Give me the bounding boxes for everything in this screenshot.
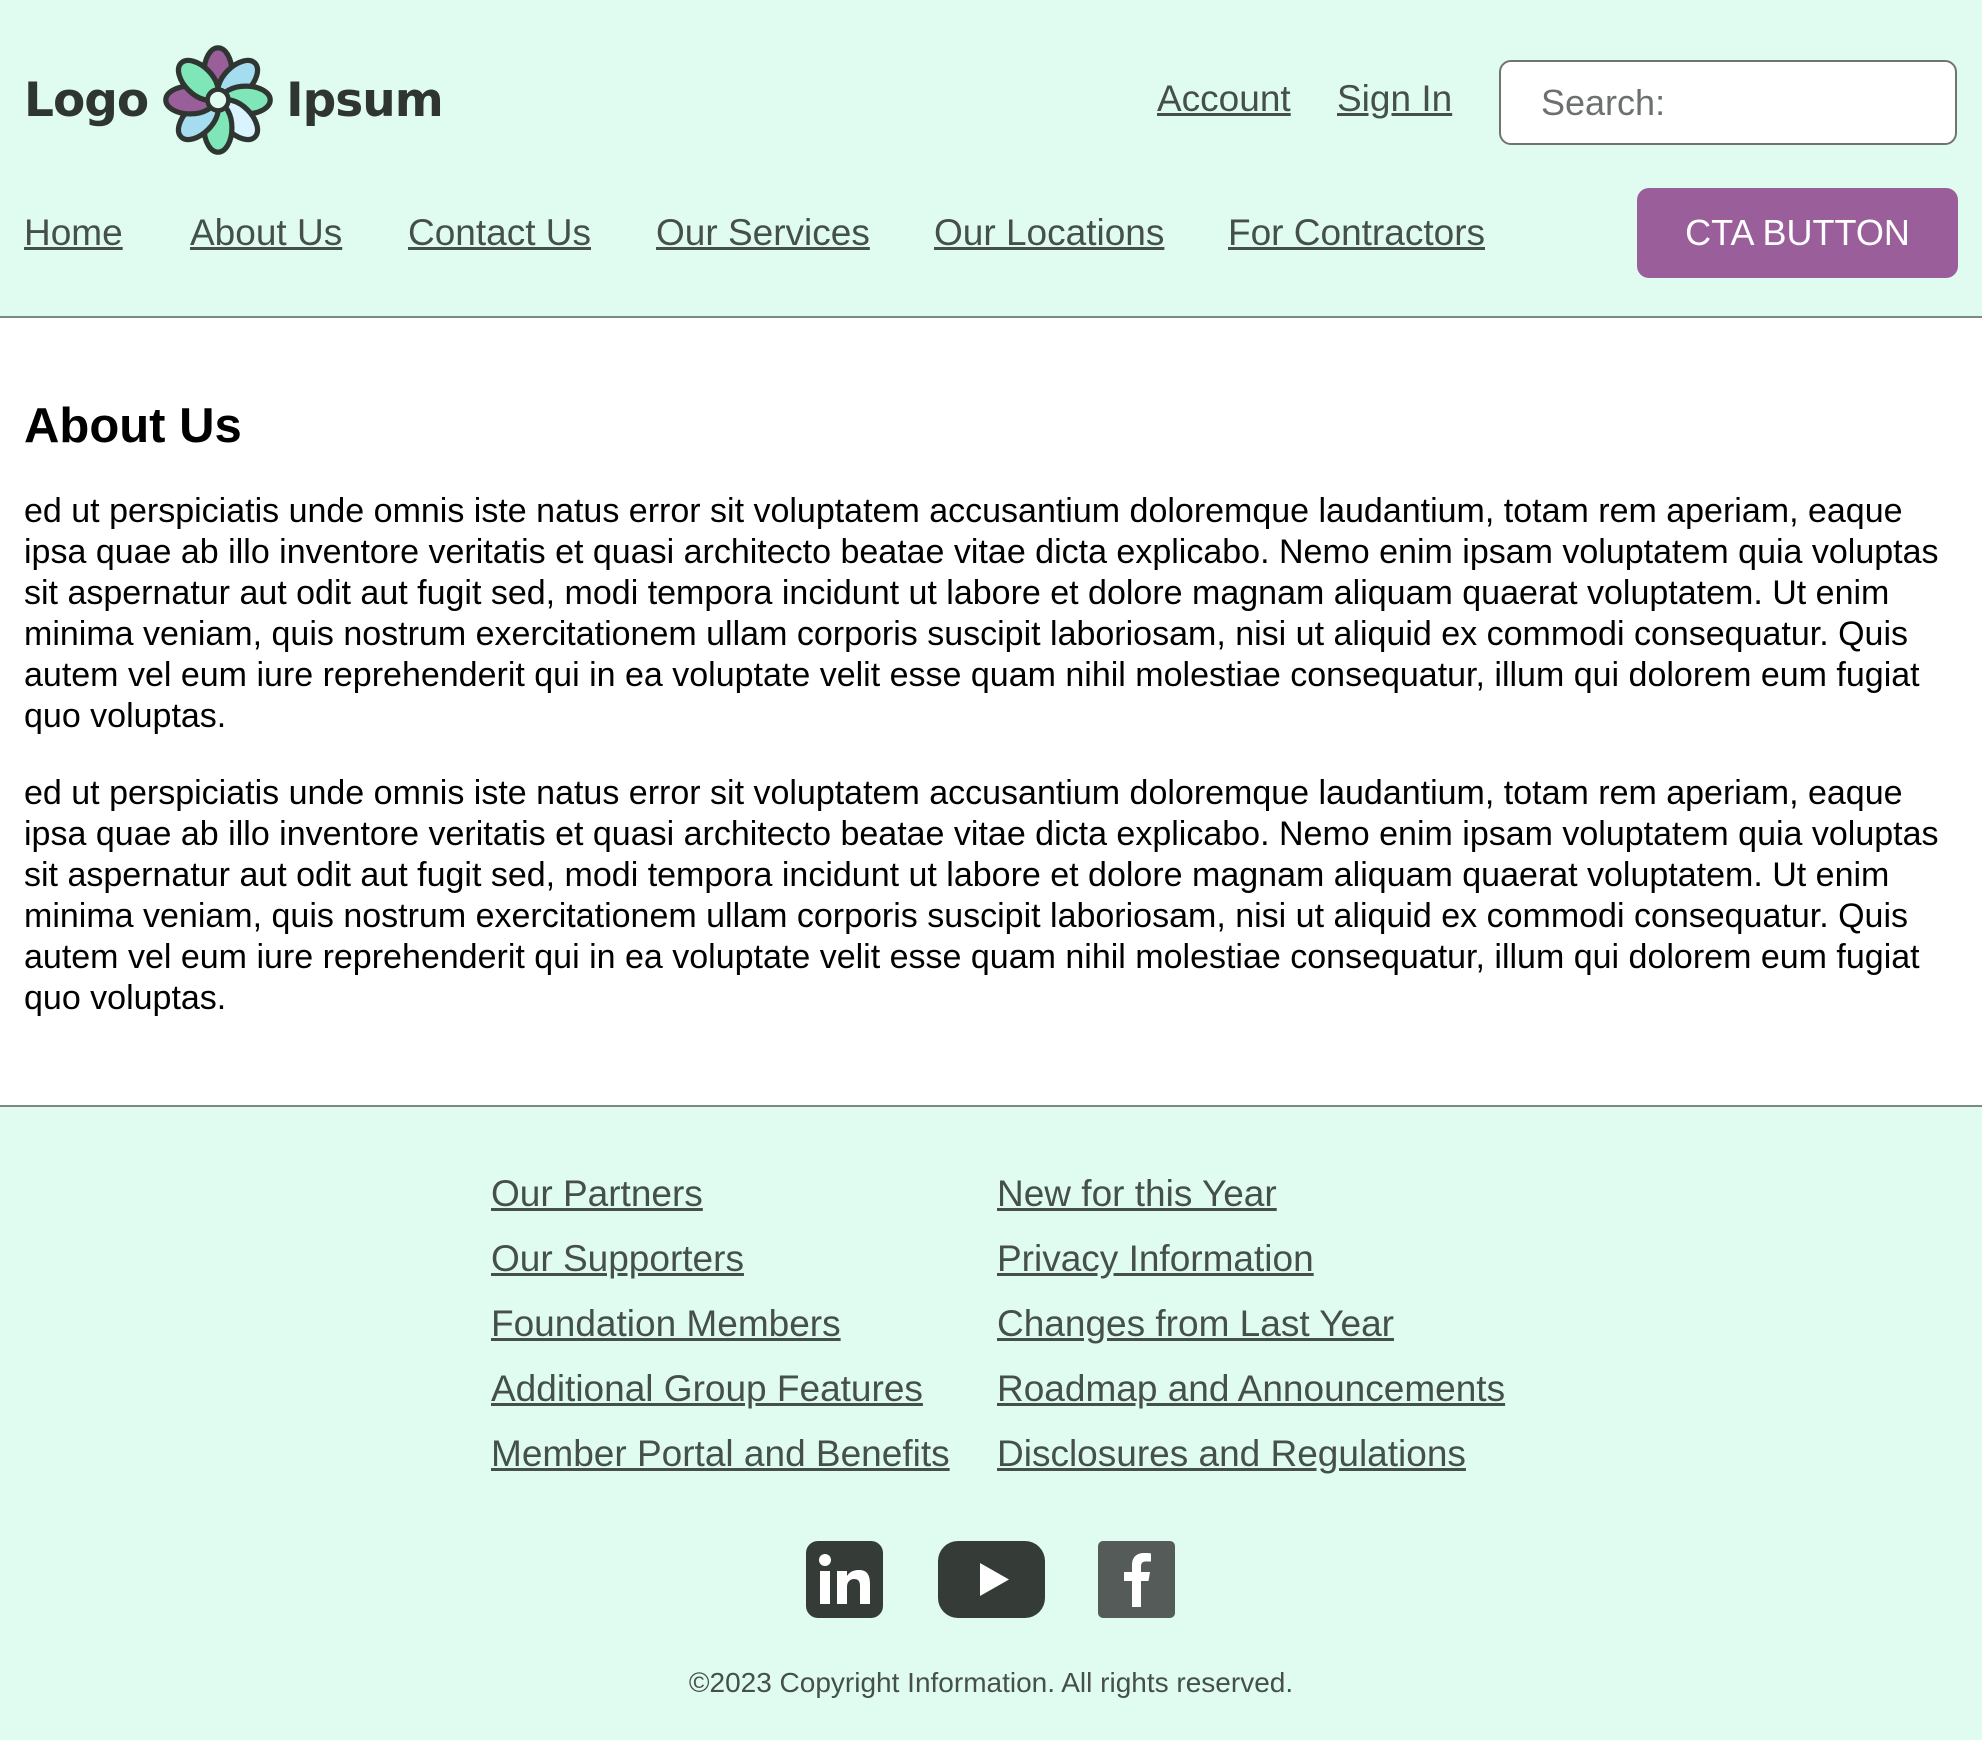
nav-about-us[interactable]: About Us bbox=[190, 212, 342, 254]
footer-link-additional-group-features[interactable]: Additional Group Features bbox=[491, 1368, 923, 1410]
nav-our-services[interactable]: Our Services bbox=[656, 212, 870, 254]
nav-our-locations[interactable]: Our Locations bbox=[934, 212, 1164, 254]
facebook-icon[interactable] bbox=[1098, 1541, 1175, 1618]
logo-word-left: Logo bbox=[24, 72, 149, 128]
youtube-icon[interactable] bbox=[938, 1541, 1045, 1618]
footer-link-privacy-information[interactable]: Privacy Information bbox=[997, 1238, 1314, 1280]
sign-in-link[interactable]: Sign In bbox=[1337, 78, 1452, 120]
logo-word-right: Ipsum bbox=[286, 72, 444, 128]
copyright-text: ©2023 Copyright Information. All rights … bbox=[688, 1667, 1294, 1698]
search-input[interactable] bbox=[1499, 60, 1957, 145]
nav-home[interactable]: Home bbox=[24, 212, 123, 254]
footer-link-disclosures[interactable]: Disclosures and Regulations bbox=[997, 1433, 1466, 1475]
footer-link-roadmap[interactable]: Roadmap and Announcements bbox=[997, 1368, 1505, 1410]
nav-contact-us[interactable]: Contact Us bbox=[408, 212, 591, 254]
footer-link-our-supporters[interactable]: Our Supporters bbox=[491, 1238, 744, 1280]
footer-link-changes-from-last-year[interactable]: Changes from Last Year bbox=[997, 1303, 1394, 1345]
footer-link-our-partners[interactable]: Our Partners bbox=[491, 1173, 703, 1215]
nav-for-contractors[interactable]: For Contractors bbox=[1228, 212, 1485, 254]
body-paragraph-1: ed ut perspiciatis unde omnis iste natus… bbox=[24, 492, 1939, 735]
cta-button[interactable]: CTA BUTTON bbox=[1637, 188, 1958, 278]
page-title: About Us bbox=[24, 399, 242, 453]
logo[interactable]: Logo Ipsum bbox=[24, 42, 444, 158]
site-footer: Our Partners Our Supporters Foundation M… bbox=[0, 1105, 1982, 1740]
site-header: Logo Ipsum Account Sign In Home About Us… bbox=[0, 0, 1982, 318]
account-link[interactable]: Account bbox=[1157, 78, 1291, 120]
footer-link-member-portal[interactable]: Member Portal and Benefits bbox=[491, 1433, 950, 1475]
footer-link-new-for-this-year[interactable]: New for this Year bbox=[997, 1173, 1277, 1215]
body-paragraph-2: ed ut perspiciatis unde omnis iste natus… bbox=[24, 774, 1939, 1017]
linkedin-icon[interactable] bbox=[806, 1541, 883, 1618]
footer-link-foundation-members[interactable]: Foundation Members bbox=[491, 1303, 841, 1345]
flower-logo-icon bbox=[163, 45, 273, 155]
